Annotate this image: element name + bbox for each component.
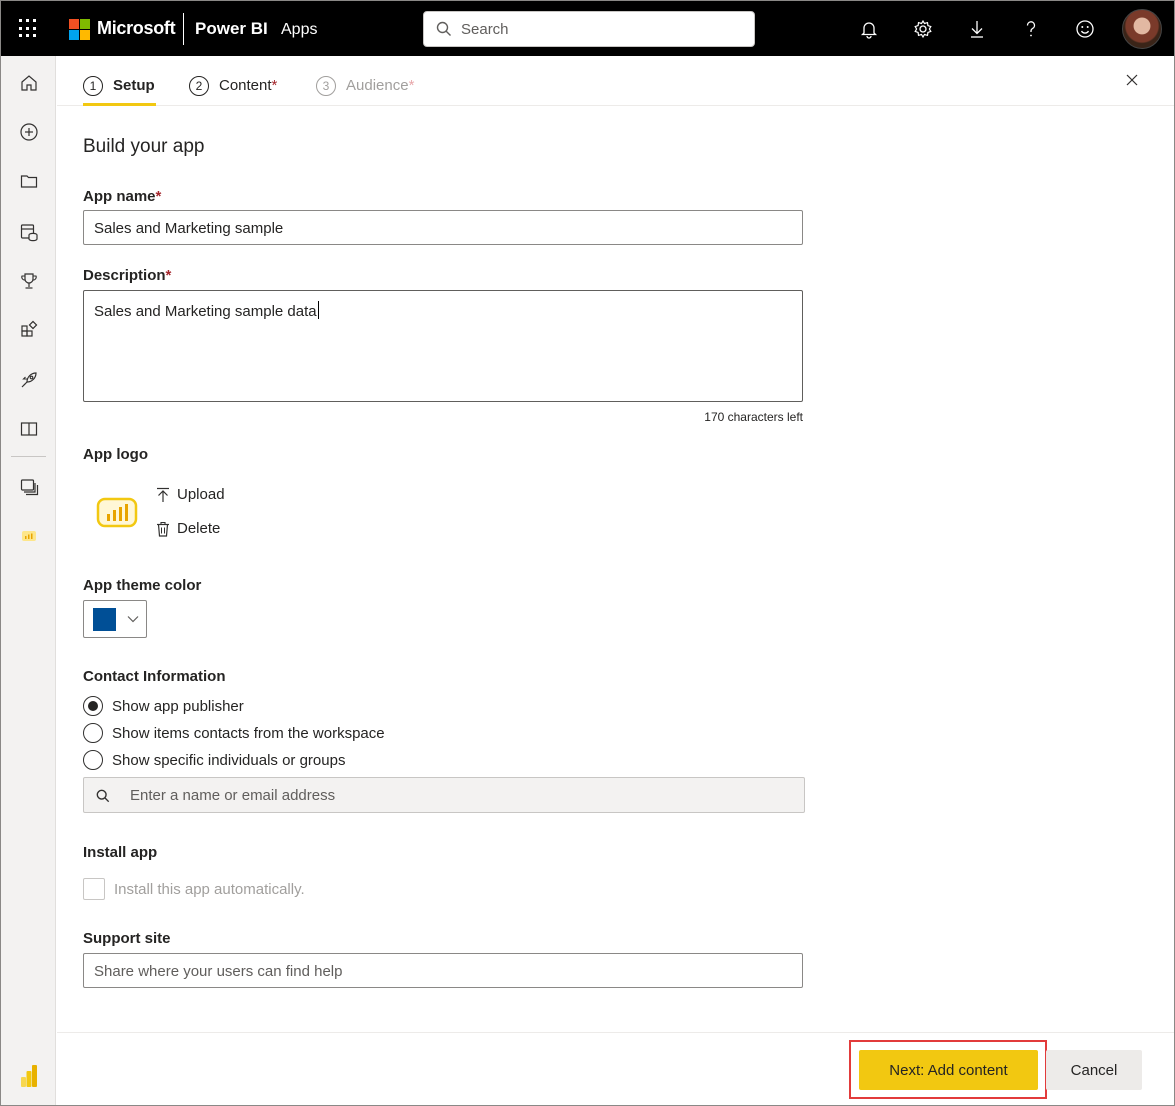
upload-button[interactable]: Upload xyxy=(156,486,225,503)
support-site-input[interactable]: Share where your users can find help xyxy=(83,953,803,988)
install-automatically-checkbox[interactable]: Install this app automatically. xyxy=(83,878,305,900)
people-search-placeholder: Enter a name or email address xyxy=(130,787,336,804)
download-icon[interactable] xyxy=(965,17,989,41)
text-caret xyxy=(317,301,319,319)
trash-icon xyxy=(157,521,169,537)
footer-divider xyxy=(57,1032,1174,1033)
required-marker: * xyxy=(408,77,415,94)
delete-button[interactable]: Delete xyxy=(156,520,220,537)
description-label: Description* xyxy=(83,267,172,284)
metrics-icon[interactable] xyxy=(17,269,41,293)
microsoft-logo-icon xyxy=(69,19,90,40)
radio-show-specific-individuals[interactable]: Show specific individuals or groups xyxy=(83,749,345,771)
workspace-app-icon[interactable] xyxy=(17,524,41,548)
theme-color-label: App theme color xyxy=(83,577,202,594)
next-add-content-button[interactable]: Next: Add content xyxy=(859,1050,1038,1090)
browse-icon[interactable] xyxy=(17,169,41,193)
delete-label: Delete xyxy=(177,520,221,537)
support-site-placeholder: Share where your users can find help xyxy=(94,963,343,980)
left-navigation xyxy=(1,56,56,1105)
data-hub-icon[interactable] xyxy=(17,220,41,244)
radio-button[interactable] xyxy=(83,723,103,743)
description-text: Sales and Marketing sample data xyxy=(94,303,317,320)
description-textarea[interactable]: Sales and Marketing sample data xyxy=(83,290,803,402)
app-window: Microsoft Power BI Apps Search 1 Setup 2… xyxy=(0,0,1175,1106)
tab-setup[interactable]: 1 Setup xyxy=(83,76,156,106)
app-launcher-icon[interactable] xyxy=(15,16,41,42)
step-number: 2 xyxy=(189,76,209,96)
page-title: Build your app xyxy=(83,136,205,157)
radio-button[interactable] xyxy=(83,696,103,716)
top-bar: Microsoft Power BI Apps Search xyxy=(1,1,1174,56)
wizard-tabs: 1 Setup 2 Content * 3 Audience * xyxy=(57,56,1174,106)
people-search-input[interactable]: Enter a name or email address xyxy=(83,777,805,813)
learn-icon[interactable] xyxy=(17,417,41,441)
character-counter: 170 characters left xyxy=(704,410,803,424)
upload-label: Upload xyxy=(177,486,225,503)
radio-show-workspace-contacts[interactable]: Show items contacts from the workspace xyxy=(83,722,385,744)
support-site-label: Support site xyxy=(83,930,171,947)
settings-icon[interactable] xyxy=(911,17,935,41)
required-marker: * xyxy=(271,77,278,94)
breadcrumb-section[interactable]: Apps xyxy=(281,21,317,39)
tab-label: Content xyxy=(219,77,272,94)
theme-color-dropdown[interactable] xyxy=(83,600,147,638)
color-swatch xyxy=(93,608,116,631)
workspaces-icon[interactable] xyxy=(17,475,41,499)
radio-label: Show specific individuals or groups xyxy=(112,751,346,769)
step-number: 3 xyxy=(316,76,336,96)
app-name-label: App name* xyxy=(83,188,162,205)
header-divider xyxy=(183,13,184,45)
tab-content[interactable]: 2 Content * xyxy=(189,76,289,106)
tab-audience[interactable]: 3 Audience * xyxy=(316,76,426,106)
app-logo-icon xyxy=(96,497,138,528)
product-name[interactable]: Power BI xyxy=(195,19,268,39)
chevron-down-icon xyxy=(127,616,139,623)
search-box[interactable]: Search xyxy=(423,11,755,47)
company-name[interactable]: Microsoft xyxy=(97,18,176,39)
create-icon[interactable] xyxy=(17,120,41,144)
notifications-icon[interactable] xyxy=(857,17,881,41)
step-number: 1 xyxy=(83,76,103,96)
cancel-button[interactable]: Cancel xyxy=(1046,1050,1142,1090)
help-icon[interactable] xyxy=(1019,17,1043,41)
search-icon xyxy=(96,789,110,803)
upload-icon xyxy=(157,487,169,502)
search-placeholder: Search xyxy=(461,21,509,38)
tab-label: Setup xyxy=(113,77,155,94)
deployment-pipelines-icon[interactable] xyxy=(17,368,41,392)
radio-button[interactable] xyxy=(83,750,103,770)
apps-icon[interactable] xyxy=(17,318,41,342)
nav-divider xyxy=(11,456,46,457)
contact-info-label: Contact Information xyxy=(83,668,226,685)
feedback-icon[interactable] xyxy=(1073,17,1097,41)
tab-label: Audience xyxy=(346,77,409,94)
profile-avatar[interactable] xyxy=(1122,9,1162,49)
search-icon xyxy=(436,21,451,36)
app-name-input[interactable]: Sales and Marketing sample xyxy=(83,210,803,245)
radio-label: Show items contacts from the workspace xyxy=(112,724,385,742)
radio-label: Show app publisher xyxy=(112,697,244,715)
checkbox-label: Install this app automatically. xyxy=(114,880,305,898)
close-icon[interactable] xyxy=(1124,72,1140,88)
install-app-label: Install app xyxy=(83,844,158,861)
checkbox[interactable] xyxy=(83,878,105,900)
power-bi-logo-icon[interactable] xyxy=(17,1064,41,1088)
radio-show-app-publisher[interactable]: Show app publisher xyxy=(83,695,244,717)
app-logo-label: App logo xyxy=(83,446,148,463)
home-icon[interactable] xyxy=(17,71,41,95)
